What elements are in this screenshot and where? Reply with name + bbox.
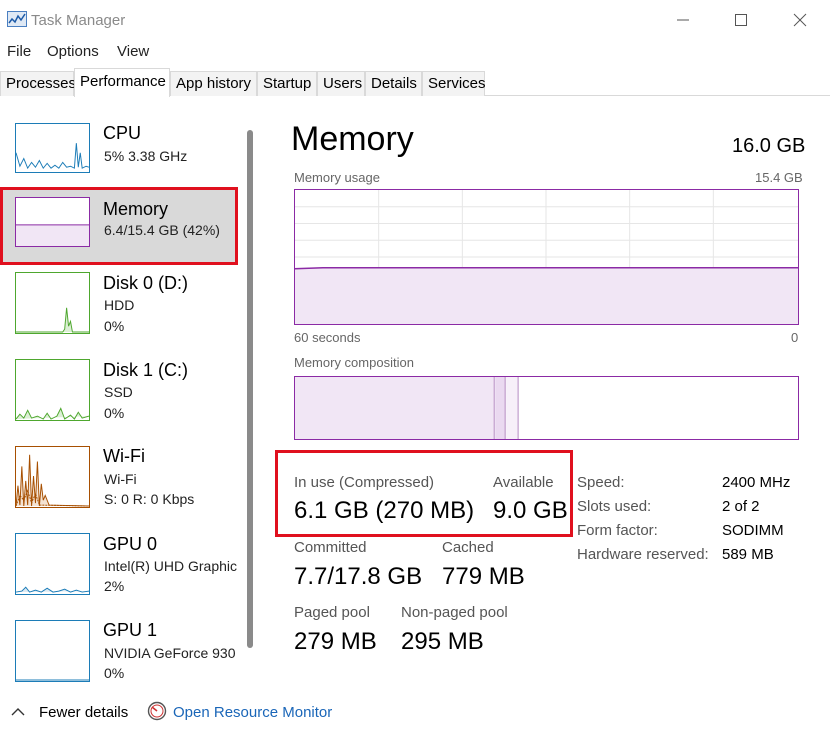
sidebar-item-gpu-1-model: NVIDIA GeForce 930 [104, 645, 236, 661]
tab-app-history[interactable]: App history [170, 71, 257, 96]
paged-pool-label: Paged pool [294, 604, 370, 621]
sidebar-item-disk-0-usage: 0% [104, 318, 125, 334]
sidebar-item-cpu-sub: 5% 3.38 GHz [104, 148, 188, 164]
memory-composition-label: Memory composition [294, 355, 414, 370]
non-paged-pool-label: Non-paged pool [401, 604, 508, 621]
available-value: 9.0 GB [493, 497, 568, 524]
sidebar-item-gpu-1-usage: 0% [104, 665, 125, 681]
paged-pool-value: 279 MB [294, 628, 377, 655]
close-icon[interactable] [788, 8, 812, 32]
spec-speed-label: Speed: [577, 474, 625, 491]
sidebar-item-disk-1-usage: 0% [104, 405, 125, 421]
available-label: Available [493, 474, 554, 491]
sidebar-item-disk-1-title: Disk 1 (C:) [103, 360, 188, 380]
gpu-1-thumbnail-graph [15, 620, 90, 682]
sidebar-item-memory-title: Memory [103, 199, 169, 219]
sidebar-item-disk-0-title: Disk 0 (D:) [103, 273, 188, 293]
spec-form-factor-label: Form factor: [577, 522, 658, 539]
tab-processes[interactable]: Processes [0, 71, 76, 96]
composition-standby [506, 377, 519, 439]
task-manager-icon [7, 11, 27, 27]
in-use-label: In use (Compressed) [294, 474, 435, 491]
sidebar-item-wifi-name: Wi-Fi [104, 471, 137, 487]
sidebar-scrollbar-thumb[interactable] [247, 130, 253, 648]
sidebar-item-gpu-0-model: Intel(R) UHD Graphic [104, 558, 238, 574]
menu-options[interactable]: Options [47, 43, 99, 60]
memory-usage-max: 15.4 GB [755, 170, 803, 185]
memory-thumbnail-graph [15, 197, 90, 247]
maximize-icon[interactable] [729, 8, 753, 32]
task-manager-window: Task Manager File Options View Processes… [0, 0, 830, 737]
memory-composition-bar [294, 376, 799, 440]
menu-file[interactable]: File [7, 43, 31, 60]
gpu-0-thumbnail-graph [15, 533, 90, 595]
sidebar-item-memory-sub: 6.4/15.4 GB (42%) [104, 222, 220, 238]
composition-modified [495, 377, 506, 439]
chevron-up-icon[interactable] [11, 707, 25, 717]
committed-label: Committed [294, 539, 367, 556]
tab-performance[interactable]: Performance [74, 68, 170, 97]
window-title: Task Manager [31, 12, 126, 29]
composition-free [519, 377, 798, 439]
disk-1-thumbnail-graph [15, 359, 90, 421]
cached-value: 779 MB [442, 563, 525, 590]
in-use-value: 6.1 GB (270 MB) [294, 497, 475, 524]
memory-usage-label: Memory usage [294, 170, 380, 185]
sidebar-item-gpu-0-usage: 2% [104, 578, 125, 594]
sidebar-item-gpu-1-title: GPU 1 [103, 620, 158, 640]
tab-details[interactable]: Details [365, 71, 422, 96]
sidebar-item-wifi-title: Wi-Fi [103, 446, 145, 466]
graph-time-right: 0 [791, 330, 799, 345]
tab-services[interactable]: Services [422, 71, 486, 96]
minimize-icon[interactable] [671, 8, 695, 32]
spec-form-factor-value: SODIMM [722, 522, 784, 539]
wifi-thumbnail-graph [15, 446, 90, 508]
committed-value: 7.7/17.8 GB [294, 563, 423, 590]
spec-hw-reserved-value: 589 MB [722, 546, 774, 563]
menu-bar: File Options View [0, 40, 830, 64]
open-resource-monitor-link[interactable]: Open Resource Monitor [173, 704, 332, 721]
tab-startup[interactable]: Startup [257, 71, 317, 96]
tab-bar: Processes Performance App history Startu… [0, 68, 830, 97]
sidebar-item-gpu-0-title: GPU 0 [103, 534, 158, 554]
menu-view[interactable]: View [117, 43, 149, 60]
cpu-thumbnail-graph [15, 123, 90, 173]
resource-monitor-icon[interactable] [147, 701, 167, 721]
spec-speed-value: 2400 MHz [722, 474, 791, 491]
sidebar-item-disk-0-type: HDD [104, 297, 135, 313]
page-title: Memory [291, 120, 414, 158]
memory-usage-area [295, 267, 798, 324]
graph-time-left: 60 seconds [294, 330, 361, 345]
footer: Fewer details Open Resource Monitor [0, 690, 830, 737]
non-paged-pool-value: 295 MB [401, 628, 484, 655]
spec-hw-reserved-label: Hardware reserved: [577, 546, 709, 563]
sidebar-item-disk-1-type: SSD [104, 384, 133, 400]
spec-slots-label: Slots used: [577, 498, 652, 515]
sidebar-item-wifi-rate: S: 0 R: 0 Kbps [104, 491, 195, 507]
sidebar-item-cpu-title: CPU [103, 123, 142, 143]
tab-users[interactable]: Users [317, 71, 365, 96]
disk-0-thumbnail-graph [15, 272, 90, 334]
fewer-details-button[interactable]: Fewer details [39, 704, 128, 721]
cached-label: Cached [442, 539, 494, 556]
title-bar: Task Manager [0, 0, 830, 40]
spec-slots-value: 2 of 2 [722, 498, 760, 515]
memory-usage-graph [294, 189, 799, 325]
memory-total: 16.0 GB [732, 135, 806, 157]
composition-in-use [295, 377, 495, 439]
